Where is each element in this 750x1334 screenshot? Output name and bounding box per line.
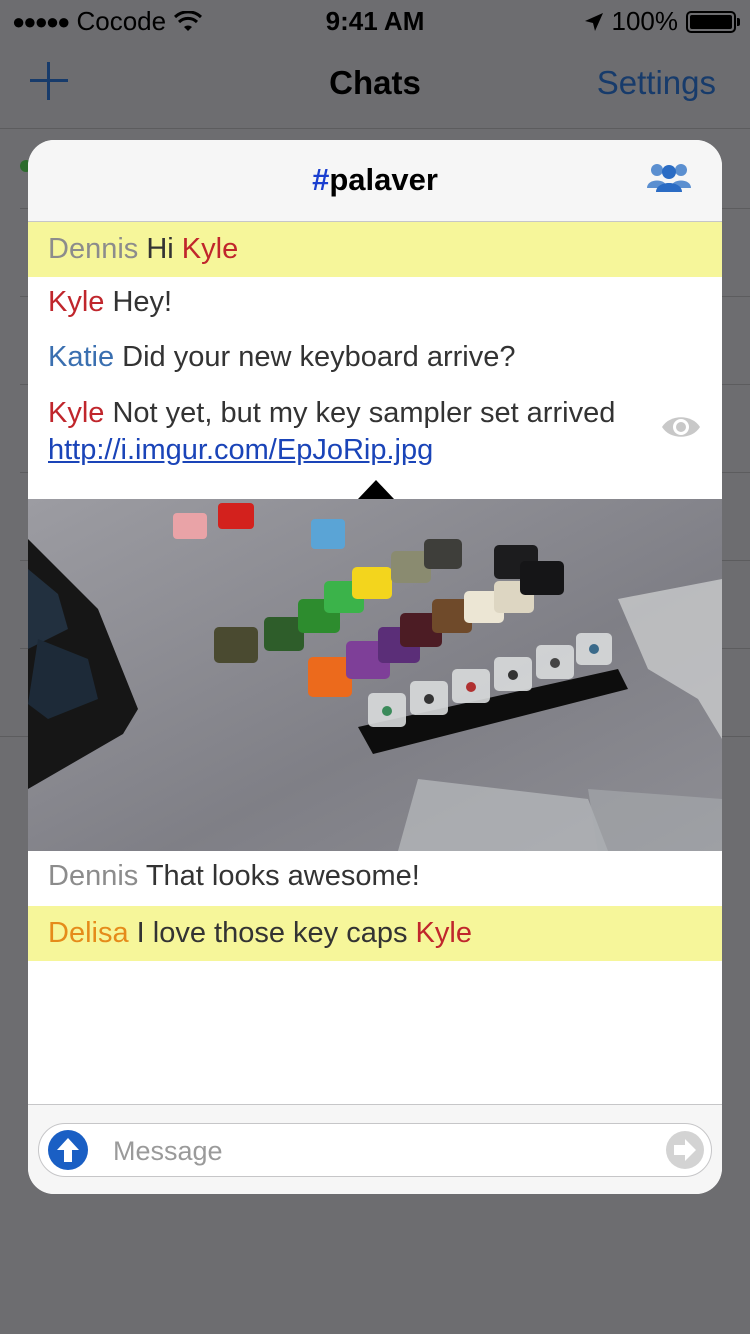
message-nick[interactable]: Kyle xyxy=(48,397,104,429)
message-text: I love those key caps xyxy=(136,917,408,949)
message-row: Kyle Not yet, but my key sampler set arr… xyxy=(28,395,722,469)
message-row: Dennis Hi Kyle xyxy=(28,222,722,277)
channel-title: #palaver xyxy=(28,162,722,198)
image-preview-caret xyxy=(358,480,394,499)
message-text: Hi xyxy=(146,233,174,265)
location-arrow-icon xyxy=(584,12,603,31)
message-text: Did your new keyboard arrive? xyxy=(122,341,516,373)
message-nick[interactable]: Delisa xyxy=(48,917,129,949)
message-field xyxy=(38,1123,712,1178)
channel-hash: # xyxy=(312,162,330,197)
message-link[interactable]: http://i.imgur.com/EpJoRip.jpg xyxy=(48,434,433,466)
send-arrow-icon[interactable] xyxy=(665,1130,705,1170)
message-row: Katie Did your new keyboard arrive? xyxy=(28,339,722,376)
message-nick[interactable]: Dennis xyxy=(48,233,138,265)
status-bar: ●●●●● Cocode 9:41 AM 100% xyxy=(0,0,750,40)
message-row: Dennis That looks awesome! xyxy=(28,858,722,895)
nav-bar: Chats Settings xyxy=(0,40,750,129)
message-row: Kyle Hey! xyxy=(28,284,722,321)
message-row: Delisa I love those key caps Kyle xyxy=(28,906,722,961)
message-nick[interactable]: Kyle xyxy=(48,286,104,318)
image-preview[interactable] xyxy=(28,499,722,851)
message-mention[interactable]: Kyle xyxy=(182,233,238,265)
channel-name: palaver xyxy=(329,162,438,197)
upload-arrow-icon[interactable] xyxy=(47,1129,89,1171)
message-input[interactable] xyxy=(111,1124,655,1178)
message-text: That looks awesome! xyxy=(145,860,420,892)
message-text: Not yet, but my key sampler set arrived xyxy=(112,397,616,429)
popup-header: #palaver xyxy=(28,140,722,222)
message-text: Hey! xyxy=(112,286,173,318)
users-icon[interactable] xyxy=(645,160,693,196)
message-nick[interactable]: Dennis xyxy=(48,860,138,892)
eye-icon[interactable] xyxy=(660,412,702,442)
settings-button[interactable]: Settings xyxy=(597,64,716,102)
message-composer xyxy=(28,1104,722,1194)
message-mention[interactable]: Kyle xyxy=(416,917,472,949)
battery-icon xyxy=(686,10,740,33)
status-right: 100% xyxy=(584,6,740,37)
channel-popup: #palaver Dennis Hi Kyle Kyle Hey! Katie … xyxy=(28,140,722,1194)
message-nick[interactable]: Katie xyxy=(48,341,114,373)
battery-percent: 100% xyxy=(611,6,679,36)
